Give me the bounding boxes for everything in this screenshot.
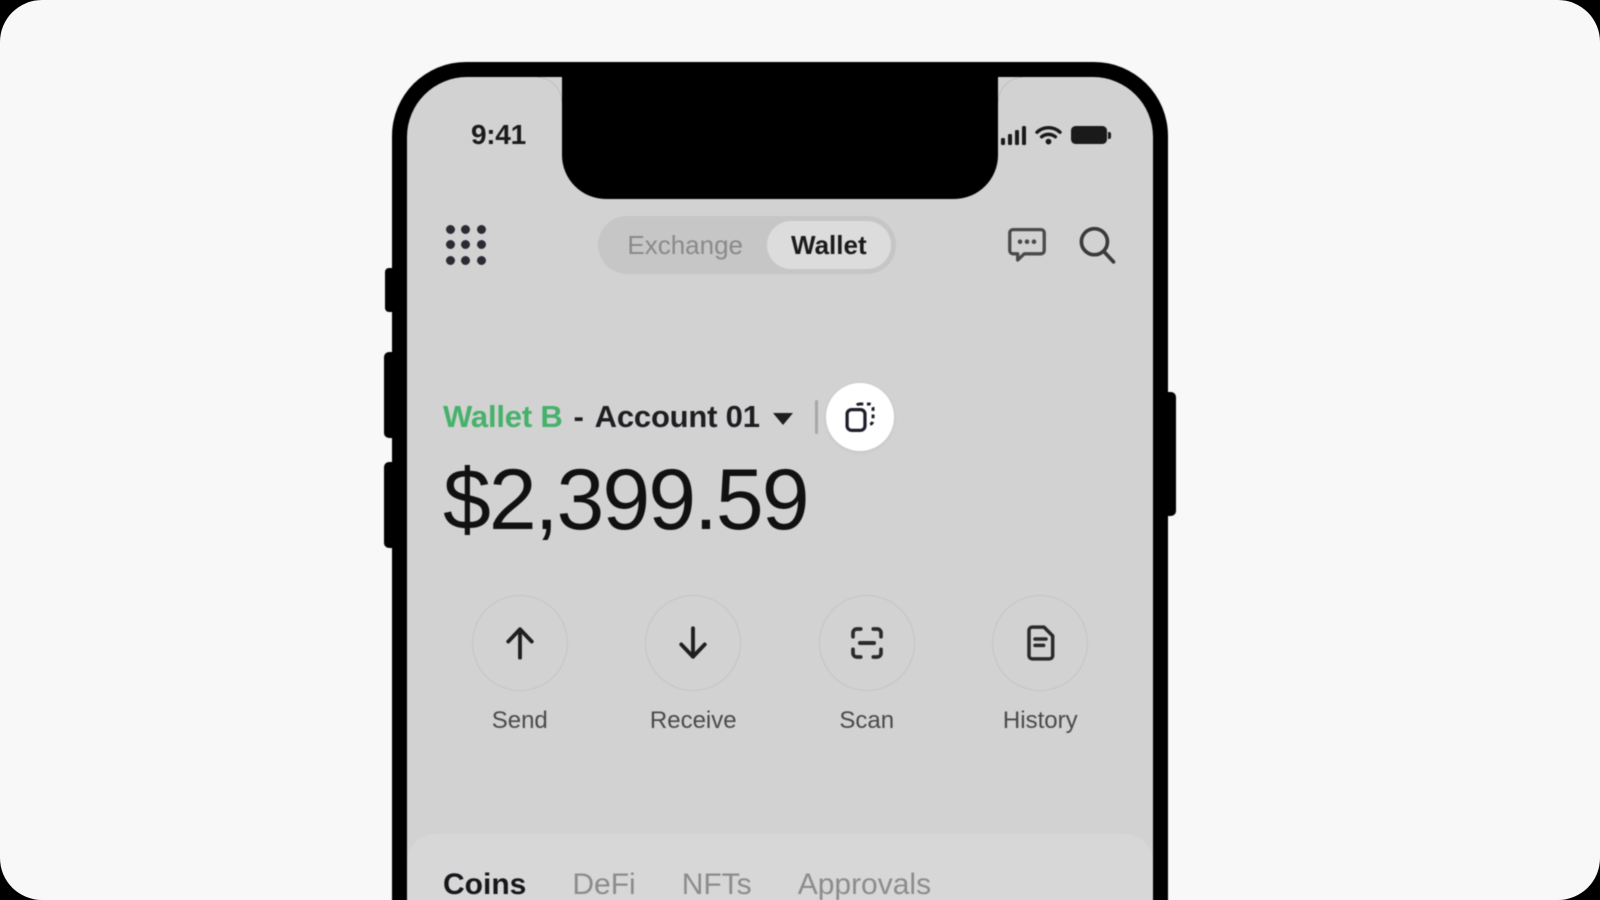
account-name-label: Account 01: [594, 399, 760, 434]
quick-actions-row: Send Receive Scan History: [433, 595, 1127, 735]
wifi-icon: [1035, 126, 1062, 145]
total-balance-amount: $2,399.59: [443, 452, 810, 548]
wallet-account-header: Wallet B - Account 01: [407, 383, 1153, 451]
signal-bars-icon: [1000, 125, 1026, 145]
history-button[interactable]: [992, 595, 1089, 691]
power-button[interactable]: [1166, 392, 1176, 516]
tab-defi[interactable]: DeFi: [572, 868, 635, 900]
arrow-up-icon: [506, 627, 534, 660]
arrow-down-icon: [679, 626, 707, 659]
volume-up-button[interactable]: [384, 352, 394, 438]
tab-coins[interactable]: Coins: [443, 868, 526, 900]
tab-approvals[interactable]: Approvals: [798, 868, 931, 900]
action-send-label: Send: [491, 707, 548, 734]
header-divider: [814, 400, 818, 434]
phone-device-frame: 9:41 Exchange Wallet Wallet B - Account …: [384, 62, 1176, 900]
scan-frame-icon: [850, 627, 883, 659]
wallet-name-label: Wallet B: [443, 399, 563, 434]
account-separator-label: -: [573, 399, 584, 434]
silent-switch-button[interactable]: [385, 268, 394, 312]
account-selector[interactable]: Wallet B - Account 01: [443, 399, 793, 435]
chat-bubble-dots-icon[interactable]: [1005, 223, 1049, 267]
notch-corner-left: [536, 77, 562, 103]
top-navigation-bar: Exchange Wallet: [407, 199, 1153, 291]
segment-wallet[interactable]: Wallet: [767, 221, 891, 269]
battery-full-icon: [1071, 126, 1111, 144]
action-history[interactable]: History: [954, 595, 1128, 735]
status-bar-indicators: [1000, 125, 1111, 145]
search-icon[interactable]: [1075, 223, 1119, 267]
tab-nfts[interactable]: NFTs: [682, 868, 752, 900]
action-history-label: History: [1002, 707, 1078, 734]
receive-button[interactable]: [645, 595, 742, 691]
send-button[interactable]: [471, 595, 568, 691]
status-bar-time: 9:41: [471, 119, 526, 150]
action-scan-label: Scan: [839, 707, 895, 734]
volume-down-button[interactable]: [384, 462, 394, 548]
screenshot-canvas: 9:41 Exchange Wallet Wallet B - Account …: [0, 0, 1600, 900]
exchange-wallet-segmented-control[interactable]: Exchange Wallet: [598, 216, 896, 274]
scan-button[interactable]: [818, 595, 915, 691]
assets-tab-bar: Coins DeFi NFTs Approvals: [407, 834, 1153, 900]
apps-grid-icon[interactable]: [443, 222, 489, 268]
copy-icon: [845, 402, 875, 432]
segment-exchange[interactable]: Exchange: [603, 221, 767, 269]
nav-actions: [1005, 223, 1119, 267]
document-lines-icon: [1027, 625, 1055, 661]
notch-corner-right: [998, 77, 1024, 103]
action-receive[interactable]: Receive: [607, 595, 781, 735]
assets-panel: Coins DeFi NFTs Approvals: [407, 834, 1153, 900]
display-notch: [562, 77, 998, 199]
action-send[interactable]: Send: [433, 595, 607, 735]
phone-screen: 9:41 Exchange Wallet Wallet B - Account …: [407, 77, 1153, 900]
chevron-down-icon[interactable]: [772, 412, 793, 425]
action-scan[interactable]: Scan: [780, 595, 954, 735]
action-receive-label: Receive: [649, 707, 737, 734]
copy-address-button[interactable]: [825, 383, 894, 451]
